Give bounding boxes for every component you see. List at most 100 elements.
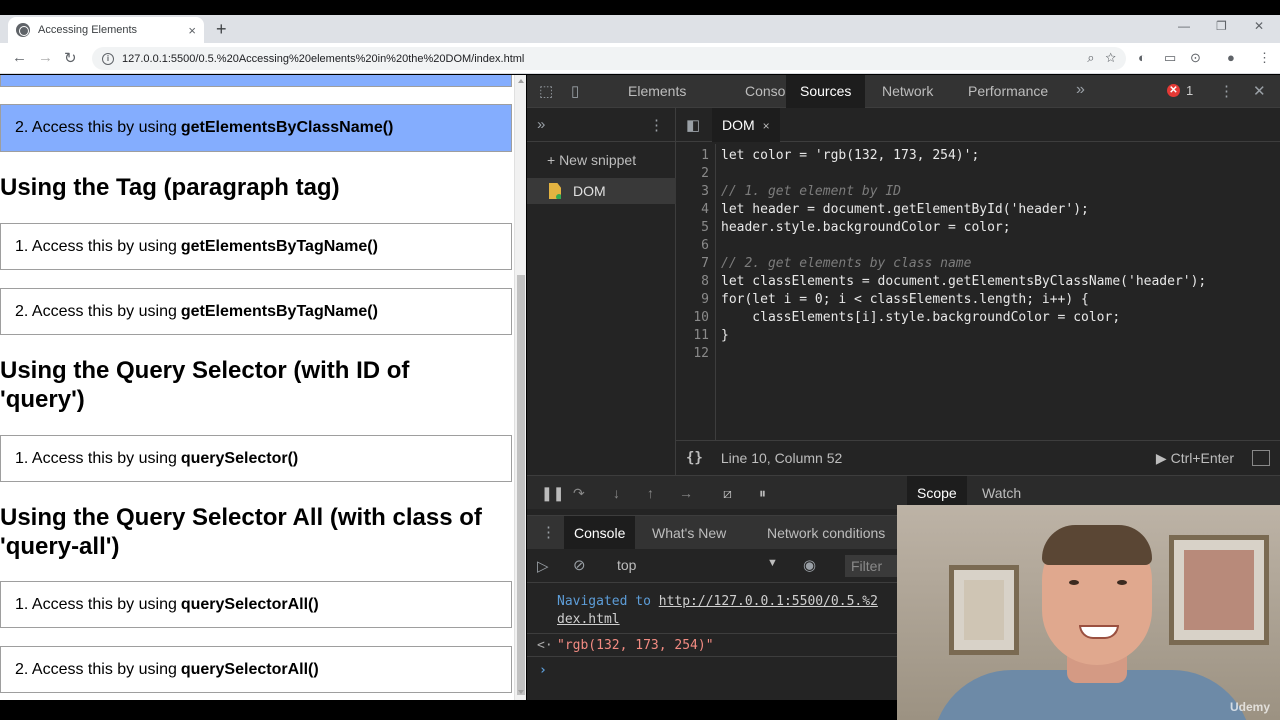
- item-method: getElementsByClassName(): [180, 119, 394, 136]
- item-text: 2. Access this by using: [15, 302, 177, 320]
- window-close-icon[interactable]: ✕: [1254, 19, 1264, 33]
- chevron-down-icon[interactable]: ▼: [767, 557, 778, 569]
- scroll-down-icon[interactable]: [518, 690, 524, 694]
- error-count: 1: [1186, 83, 1194, 98]
- scrollbar-thumb[interactable]: [517, 275, 525, 695]
- line-number: 12: [693, 346, 709, 361]
- browser-menu-icon[interactable]: ⋮: [1258, 50, 1271, 66]
- new-tab-button[interactable]: +: [216, 19, 227, 40]
- deactivate-breakpoints-icon[interactable]: ⧄: [723, 485, 732, 502]
- line-number: 11: [693, 328, 709, 343]
- page-scrollbar[interactable]: [514, 75, 526, 700]
- tab-sources[interactable]: Sources: [786, 75, 866, 108]
- editor-tab-dom[interactable]: DOM ×: [712, 108, 780, 142]
- maximize-icon[interactable]: ❐: [1216, 19, 1227, 33]
- extension-icon-2[interactable]: ⊙: [1190, 50, 1201, 66]
- info-icon[interactable]: i: [102, 52, 114, 65]
- pause-icon[interactable]: ❚❚: [541, 485, 564, 502]
- list-item: 1. Access this by using querySelectorAll(…: [0, 581, 512, 628]
- tab-network[interactable]: Network: [868, 75, 947, 108]
- devtools-toolbar: ⬚ ▯ Elements Console Sources Network Per…: [527, 75, 1280, 108]
- more-tabs-icon[interactable]: »: [1076, 81, 1085, 99]
- browser-tab[interactable]: Accessing Elements ×: [8, 17, 204, 43]
- code-line: let classElements = document.getElements…: [721, 274, 1207, 289]
- line-number: 10: [693, 310, 709, 325]
- code-line: }: [721, 328, 729, 343]
- result-value: "rgb(132, 173, 254)": [557, 638, 714, 653]
- snippet-file-label: DOM: [573, 183, 606, 199]
- code-line: classElements[i].style.backgroundColor =…: [721, 310, 1121, 325]
- step-icon[interactable]: →: [679, 485, 693, 501]
- drawer-tab-console[interactable]: Console: [564, 516, 636, 550]
- list-item: 2. Access this by using getElementsByClas…: [0, 104, 512, 152]
- step-out-icon[interactable]: ↑: [647, 485, 654, 501]
- wall-picture: [1169, 535, 1269, 645]
- error-counter[interactable]: ✕ 1: [1167, 83, 1193, 98]
- code-area[interactable]: 1 2 3 4 5 6 7 8 9 10 11 12 let color = '…: [676, 144, 1280, 440]
- back-icon[interactable]: ←: [12, 49, 27, 66]
- forward-icon[interactable]: →: [38, 49, 53, 66]
- address-bar[interactable]: i 127.0.0.1:5500/0.5.%20Accessing%20elem…: [92, 47, 1126, 70]
- snippet-file-dom[interactable]: DOM: [527, 178, 676, 204]
- cursor-position: Line 10, Column 52: [720, 450, 843, 466]
- inspect-icon[interactable]: ⬚: [539, 82, 553, 100]
- toggle-navigator-icon[interactable]: ◧: [686, 116, 700, 134]
- cast-icon[interactable]: ▭: [1164, 50, 1176, 66]
- console-sidebar-icon[interactable]: ▷: [537, 557, 549, 575]
- tab-close-icon[interactable]: ×: [188, 23, 196, 38]
- zoom-icon[interactable]: ⌕ ☆: [1087, 50, 1116, 66]
- console-prompt[interactable]: ›: [539, 663, 547, 678]
- scroll-up-icon[interactable]: [518, 79, 524, 83]
- line-number: 1: [701, 148, 709, 163]
- item-text: 1. Access this by using: [15, 449, 177, 467]
- code-line: for(let i = 0; i < classElements.length;…: [721, 292, 1089, 307]
- presenter-hair: [1042, 525, 1152, 565]
- navigated-link-cont[interactable]: dex.html: [557, 612, 620, 627]
- context-selector[interactable]: top: [617, 557, 636, 573]
- drawer-menu-icon[interactable]: ⋮: [541, 523, 556, 541]
- line-number: 8: [701, 274, 709, 289]
- profile-icon[interactable]: ●: [1227, 50, 1235, 65]
- list-item: 1. Access this by using getElementsByTagN…: [0, 223, 512, 270]
- minimize-icon[interactable]: —: [1178, 19, 1190, 33]
- line-number: 4: [701, 202, 709, 217]
- navigator-header: » ⋮: [527, 108, 675, 142]
- tab-elements[interactable]: Elements: [614, 75, 700, 108]
- run-snippet-button[interactable]: ▶ Ctrl+Enter: [1156, 450, 1234, 467]
- extension-icon[interactable]: ◐: [1138, 50, 1146, 65]
- navigator-more-icon[interactable]: »: [537, 116, 545, 133]
- new-snippet-button[interactable]: + New snippet: [547, 152, 636, 168]
- pretty-print-icon[interactable]: {}: [686, 450, 703, 466]
- line-number: 3: [701, 184, 709, 199]
- toggle-drawer-icon[interactable]: [1252, 450, 1270, 466]
- step-into-icon[interactable]: ↓: [613, 485, 620, 501]
- result-arrow-icon: <·: [537, 638, 553, 653]
- editor-status-bar: {} Line 10, Column 52 ▶ Ctrl+Enter: [676, 440, 1280, 475]
- step-over-icon[interactable]: ↷: [573, 485, 585, 502]
- drawer-tab-network-conditions[interactable]: Network conditions: [757, 516, 895, 550]
- navigator-menu-icon[interactable]: ⋮: [649, 116, 664, 134]
- drawer-tab-whats-new[interactable]: What's New: [642, 516, 736, 550]
- item-text: 2. Access this by using: [15, 660, 177, 678]
- tab-title: Accessing Elements: [38, 24, 138, 36]
- code-line: // 2. get elements by class name: [721, 256, 972, 271]
- devtools-menu-icon[interactable]: ⋮: [1219, 82, 1234, 100]
- pause-on-exceptions-icon[interactable]: ⏸: [759, 485, 766, 502]
- clear-console-icon[interactable]: ⊘: [573, 556, 586, 574]
- list-item: 1. Access this by using querySelector(): [0, 435, 512, 482]
- list-item: 2. Access this by using getElementsByTagN…: [0, 288, 512, 335]
- navigated-link[interactable]: http://127.0.0.1:5500/0.5.%2: [659, 594, 878, 609]
- line-number: 5: [701, 220, 709, 235]
- devtools-close-icon[interactable]: ✕: [1253, 82, 1266, 100]
- tab-performance[interactable]: Performance: [954, 75, 1062, 108]
- eye-icon[interactable]: ◉: [803, 556, 816, 574]
- reload-icon[interactable]: ↻: [64, 49, 77, 67]
- line-number: 6: [701, 238, 709, 253]
- code-line: let header = document.getElementById('he…: [721, 202, 1089, 217]
- navigated-message: Navigated to http://127.0.0.1:5500/0.5.%…: [557, 593, 878, 629]
- item-method: getElementsByTagName(): [180, 237, 378, 255]
- item-method: getElementsByTagName(): [180, 302, 378, 320]
- device-toggle-icon[interactable]: ▯: [571, 82, 579, 100]
- section-heading: Using the Query Selector (with ID of 'qu…: [0, 357, 410, 413]
- editor-tab-close-icon[interactable]: ×: [763, 119, 770, 133]
